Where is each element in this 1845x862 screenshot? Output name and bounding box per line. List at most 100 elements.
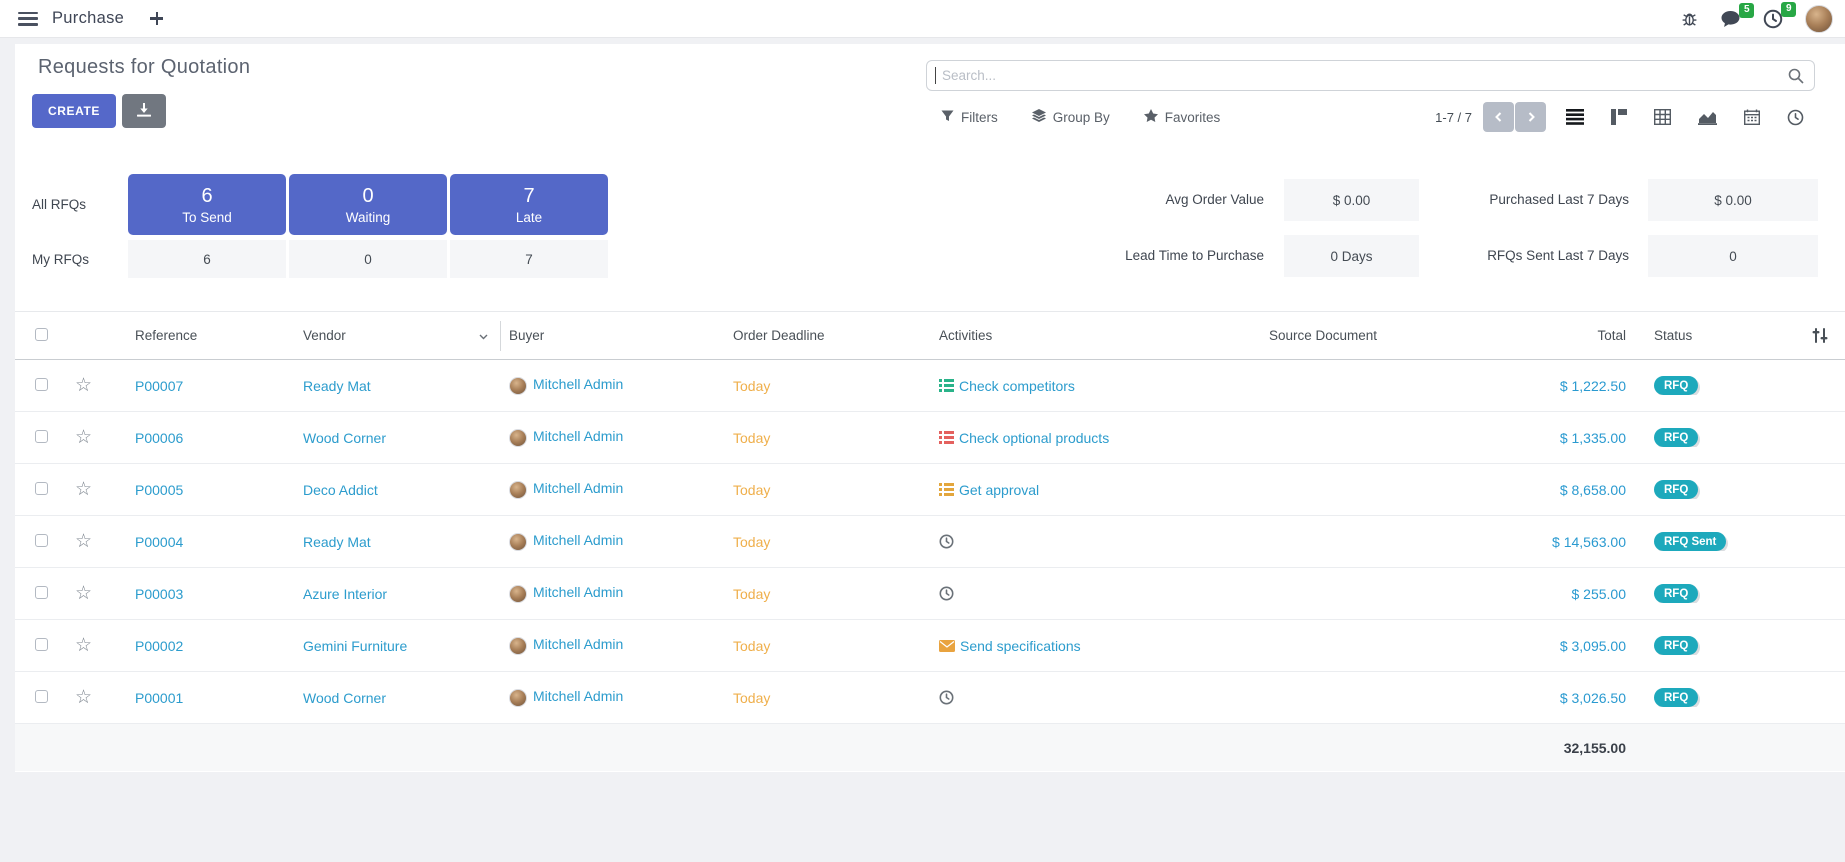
favorite-star-icon[interactable] bbox=[75, 428, 92, 447]
vendor-link[interactable]: Gemini Furniture bbox=[303, 638, 407, 654]
export-download-button[interactable] bbox=[122, 94, 166, 128]
row-checkbox[interactable] bbox=[35, 482, 48, 495]
header-total[interactable]: Total bbox=[1511, 328, 1646, 343]
tasks-icon[interactable] bbox=[939, 431, 954, 444]
search-icon[interactable] bbox=[1784, 68, 1814, 84]
my-late-count[interactable]: 7 bbox=[450, 240, 608, 278]
buyer-link[interactable]: Mitchell Admin bbox=[533, 688, 623, 704]
debug-bug-icon[interactable] bbox=[1681, 10, 1698, 27]
my-rfqs-label: My RFQs bbox=[32, 252, 89, 267]
table-row[interactable]: P00005 Deco Addict Mitchell Admin Today … bbox=[15, 464, 1845, 516]
activity-label-link[interactable]: Get approval bbox=[959, 482, 1039, 498]
optional-columns-icon[interactable] bbox=[1794, 328, 1842, 343]
vendor-link[interactable]: Wood Corner bbox=[303, 690, 386, 706]
buyer-link[interactable]: Mitchell Admin bbox=[533, 636, 623, 652]
activity-label-link[interactable]: Check competitors bbox=[959, 378, 1075, 394]
table-row[interactable]: P00001 Wood Corner Mitchell Admin Today … bbox=[15, 672, 1845, 724]
tasks-icon[interactable] bbox=[939, 483, 954, 496]
favorite-star-icon[interactable] bbox=[75, 376, 92, 395]
header-vendor[interactable]: Vendor bbox=[295, 321, 501, 351]
list-view-icon[interactable] bbox=[1566, 109, 1584, 125]
reference-link[interactable]: P00005 bbox=[135, 482, 183, 498]
pivot-view-icon[interactable] bbox=[1654, 109, 1671, 125]
vendor-link[interactable]: Azure Interior bbox=[303, 586, 387, 602]
favorites-button[interactable]: Favorites bbox=[1144, 109, 1221, 125]
buyer-link[interactable]: Mitchell Admin bbox=[533, 428, 623, 444]
filters-button[interactable]: Filters bbox=[941, 110, 998, 125]
table-row[interactable]: P00006 Wood Corner Mitchell Admin Today … bbox=[15, 412, 1845, 464]
tasks-icon[interactable] bbox=[939, 379, 954, 392]
reference-link[interactable]: P00004 bbox=[135, 534, 183, 550]
table-row[interactable]: P00007 Ready Mat Mitchell Admin Today Ch… bbox=[15, 360, 1845, 412]
buyer-link[interactable]: Mitchell Admin bbox=[533, 532, 623, 548]
activity-view-icon[interactable] bbox=[1787, 109, 1804, 126]
header-reference[interactable]: Reference bbox=[127, 328, 295, 343]
favorite-star-icon[interactable] bbox=[75, 480, 92, 499]
vendor-link[interactable]: Ready Mat bbox=[303, 534, 371, 550]
reference-link[interactable]: P00006 bbox=[135, 430, 183, 446]
my-waiting-count[interactable]: 0 bbox=[289, 240, 447, 278]
buyer-link[interactable]: Mitchell Admin bbox=[533, 376, 623, 392]
favorite-star-icon[interactable] bbox=[75, 636, 92, 655]
new-tab-icon[interactable] bbox=[150, 12, 163, 25]
table-row[interactable]: P00004 Ready Mat Mitchell Admin Today $ … bbox=[15, 516, 1845, 568]
activity-label-link[interactable]: Send specifications bbox=[960, 638, 1081, 654]
reference-link[interactable]: P00007 bbox=[135, 378, 183, 394]
row-checkbox[interactable] bbox=[35, 430, 48, 443]
pager-previous-button[interactable] bbox=[1483, 102, 1514, 132]
favorite-star-icon[interactable] bbox=[75, 532, 92, 551]
row-checkbox[interactable] bbox=[35, 534, 48, 547]
kpi-card-late[interactable]: 7 Late bbox=[450, 174, 608, 235]
row-checkbox[interactable] bbox=[35, 378, 48, 391]
group-by-button[interactable]: Group By bbox=[1032, 109, 1110, 125]
calendar-view-icon[interactable] bbox=[1744, 109, 1760, 125]
messages-icon[interactable]: 5 bbox=[1720, 10, 1741, 28]
create-button[interactable]: CREATE bbox=[32, 94, 116, 128]
clock-icon[interactable] bbox=[939, 690, 954, 705]
graph-view-icon[interactable] bbox=[1698, 110, 1717, 125]
page-title: Requests for Quotation bbox=[38, 56, 250, 79]
select-all-checkbox[interactable] bbox=[35, 328, 48, 341]
search-bar[interactable] bbox=[926, 60, 1815, 91]
user-avatar[interactable] bbox=[1805, 5, 1833, 33]
rfq-list-table: Reference Vendor Buyer Order Deadline Ac… bbox=[15, 311, 1845, 771]
buyer-link[interactable]: Mitchell Admin bbox=[533, 584, 623, 600]
clock-icon[interactable] bbox=[939, 586, 954, 601]
activity-label-link[interactable]: Check optional products bbox=[959, 430, 1109, 446]
table-row[interactable]: P00002 Gemini Furniture Mitchell Admin T… bbox=[15, 620, 1845, 672]
vendor-link[interactable]: Ready Mat bbox=[303, 378, 371, 394]
search-input[interactable] bbox=[936, 68, 1784, 83]
header-status[interactable]: Status bbox=[1646, 328, 1794, 343]
row-checkbox[interactable] bbox=[35, 690, 48, 703]
status-badge: RFQ bbox=[1654, 428, 1698, 447]
header-source-document[interactable]: Source Document bbox=[1261, 328, 1511, 343]
order-deadline-text: Today bbox=[733, 534, 770, 550]
favorite-star-icon[interactable] bbox=[75, 688, 92, 707]
pager-next-button[interactable] bbox=[1515, 102, 1546, 132]
envelope-icon[interactable] bbox=[939, 640, 955, 652]
download-icon bbox=[137, 103, 151, 120]
buyer-link[interactable]: Mitchell Admin bbox=[533, 480, 623, 496]
vendor-link[interactable]: Wood Corner bbox=[303, 430, 386, 446]
activities-clock-icon[interactable]: 9 bbox=[1763, 9, 1783, 29]
reference-link[interactable]: P00003 bbox=[135, 586, 183, 602]
reference-link[interactable]: P00002 bbox=[135, 638, 183, 654]
row-checkbox[interactable] bbox=[35, 638, 48, 651]
my-to-send-count[interactable]: 6 bbox=[128, 240, 286, 278]
favorite-star-icon[interactable] bbox=[75, 584, 92, 603]
total-amount: $ 255.00 bbox=[1572, 586, 1627, 602]
header-activities[interactable]: Activities bbox=[931, 328, 1261, 343]
reference-link[interactable]: P00001 bbox=[135, 690, 183, 706]
header-order-deadline[interactable]: Order Deadline bbox=[725, 328, 931, 343]
vendor-link[interactable]: Deco Addict bbox=[303, 482, 378, 498]
order-deadline-text: Today bbox=[733, 690, 770, 706]
row-checkbox[interactable] bbox=[35, 586, 48, 599]
kanban-view-icon[interactable] bbox=[1611, 109, 1627, 125]
kpi-card-waiting[interactable]: 0 Waiting bbox=[289, 174, 447, 235]
apps-menu-icon[interactable] bbox=[18, 12, 38, 26]
clock-icon[interactable] bbox=[939, 534, 954, 549]
header-buyer[interactable]: Buyer bbox=[501, 328, 725, 343]
app-name[interactable]: Purchase bbox=[52, 9, 124, 28]
kpi-card-to-send[interactable]: 6 To Send bbox=[128, 174, 286, 235]
table-row[interactable]: P00003 Azure Interior Mitchell Admin Tod… bbox=[15, 568, 1845, 620]
